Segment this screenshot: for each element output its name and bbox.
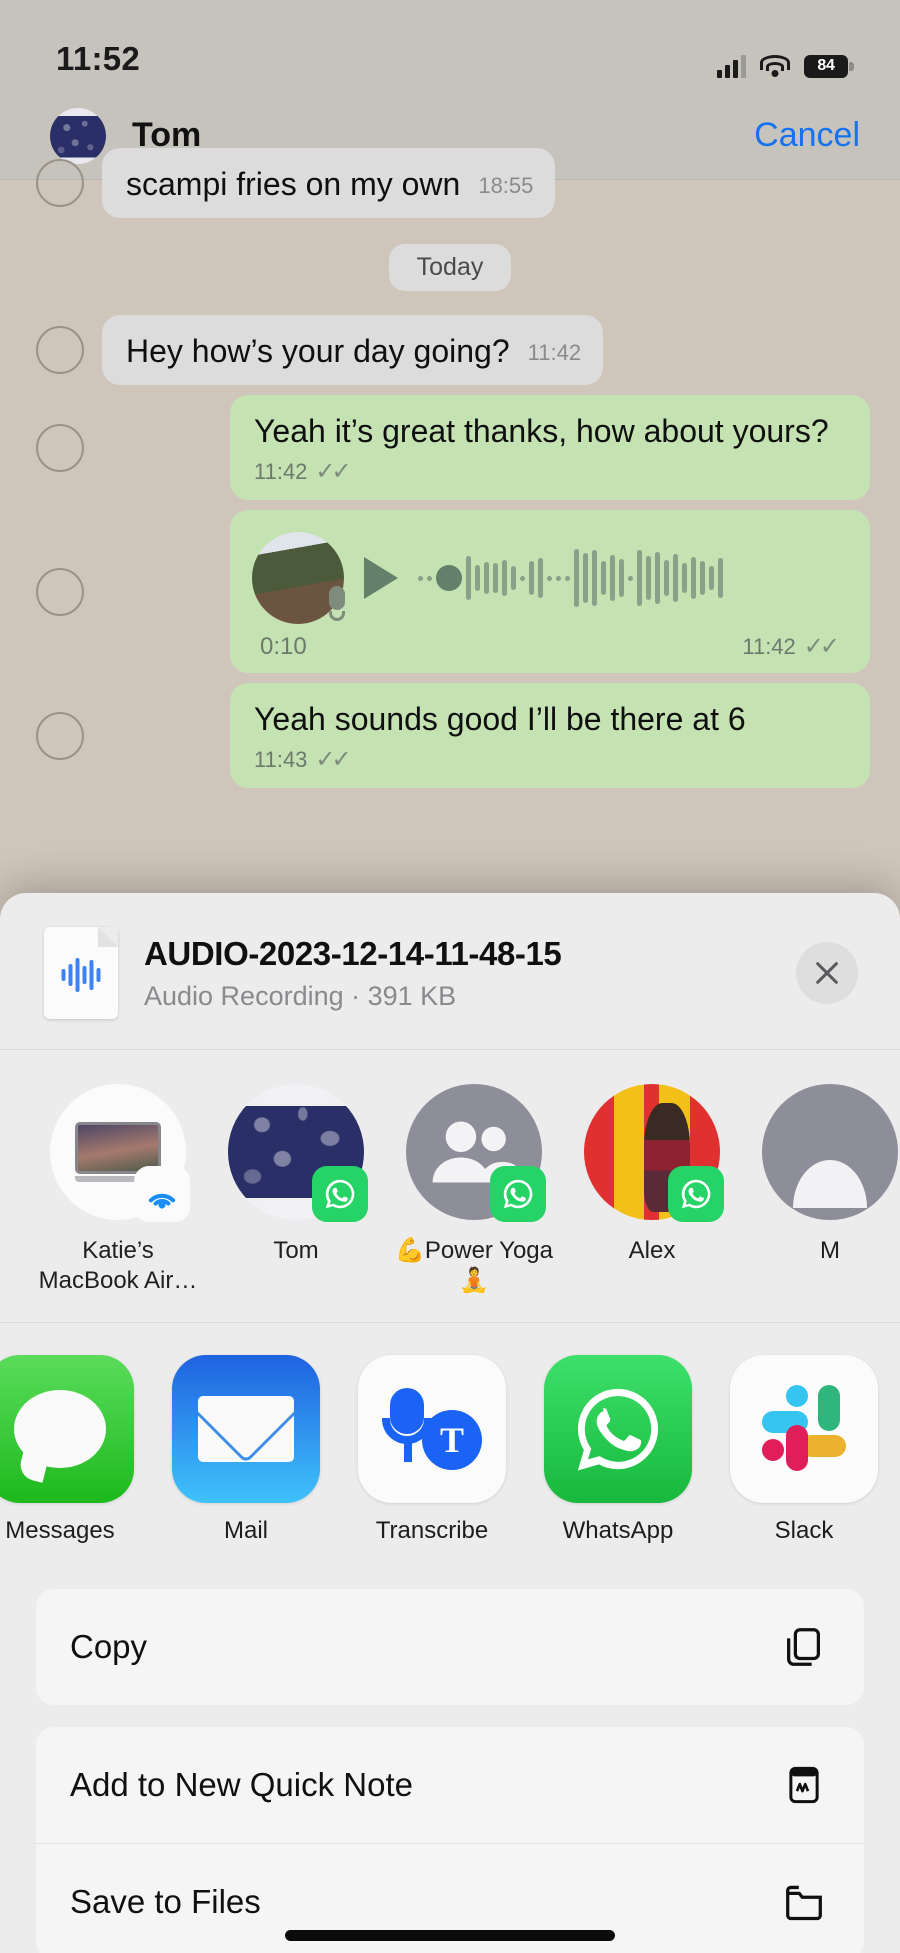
copy-icon (778, 1621, 830, 1673)
share-file-subtitle: Audio Recording · 391 KB (144, 980, 457, 1011)
voice-duration: 0:10 (260, 632, 307, 660)
message-bubble[interactable]: scampi fries on my own 18:55 (102, 148, 556, 218)
share-app-label: WhatsApp (562, 1517, 674, 1544)
action-label: Add to New Quick Note (70, 1766, 413, 1803)
share-target-label: Katie’s MacBook Air… (38, 1237, 198, 1294)
quick-note-icon (778, 1759, 830, 1811)
day-separator: Today (0, 244, 900, 291)
share-app-label: Slack (774, 1517, 834, 1544)
action-group-copy: Copy (36, 1589, 864, 1705)
voice-message-row[interactable]: 0:10 11:42 ✓✓ (0, 510, 900, 673)
message-row[interactable]: Yeah sounds good I’ll be there at 6 11:4… (0, 683, 900, 788)
whatsapp-badge-icon (490, 1166, 546, 1222)
share-app-messages[interactable]: Messages (0, 1355, 146, 1545)
message-text: Yeah sounds good I’ll be there at 6 (254, 701, 746, 737)
home-indicator (285, 1930, 615, 1941)
read-receipt-icon: ✓✓ (315, 746, 351, 773)
status-bar: 11:52 84 (0, 0, 900, 92)
whatsapp-badge-icon (668, 1166, 724, 1222)
action-group-more: Add to New Quick Note Save to Files (36, 1727, 864, 1953)
action-label: Copy (70, 1628, 148, 1665)
share-file-name: AUDIO-2023-12-14-11-48-15 (144, 934, 562, 972)
message-select-circle[interactable] (36, 423, 84, 472)
message-row[interactable]: Yeah it’s great thanks, how about yours?… (0, 395, 900, 500)
message-text: Hey how’s your day going? (126, 333, 510, 369)
play-button[interactable] (364, 557, 398, 599)
share-file-header: AUDIO-2023-12-14-11-48-15 Audio Recordin… (0, 893, 900, 1049)
action-copy[interactable]: Copy (36, 1589, 864, 1705)
message-time: 11:42 (742, 633, 796, 659)
share-app-whatsapp[interactable]: WhatsApp (532, 1355, 704, 1545)
share-target-airdrop[interactable]: Katie’s MacBook Air… (34, 1084, 202, 1296)
slack-app-icon (730, 1355, 878, 1503)
action-quick-note[interactable]: Add to New Quick Note (36, 1727, 864, 1843)
message-select-circle[interactable] (36, 159, 84, 207)
whatsapp-app-icon (544, 1355, 692, 1503)
mail-app-icon (172, 1355, 320, 1503)
share-target-tom[interactable]: Tom (212, 1084, 380, 1296)
contacts-row[interactable]: Katie’s MacBook Air… Tom 💪Power Yoga🧘 Al… (0, 1050, 900, 1322)
message-time: 11:43 (254, 746, 308, 772)
message-bubble[interactable]: Hey how’s your day going? 11:42 (102, 315, 604, 385)
battery-level: 84 (817, 57, 835, 74)
voice-message-bubble[interactable]: 0:10 11:42 ✓✓ (230, 510, 870, 673)
read-receipt-icon: ✓✓ (315, 458, 351, 485)
message-select-circle[interactable] (36, 711, 84, 760)
message-select-circle[interactable] (36, 326, 84, 374)
status-bar-time: 11:52 (56, 40, 141, 77)
share-target-label: M (820, 1237, 840, 1264)
wifi-icon (760, 54, 790, 78)
action-label: Save to Files (70, 1883, 261, 1920)
message-row[interactable]: scampi fries on my own 18:55 (0, 148, 900, 218)
share-sheet: AUDIO-2023-12-14-11-48-15 Audio Recordin… (0, 893, 900, 1953)
apps-row[interactable]: Messages Mail T Transcribe WhatsApp Slac… (0, 1323, 900, 1567)
folder-icon (778, 1876, 830, 1928)
share-app-label: Mail (223, 1517, 268, 1544)
share-app-label: Messages (5, 1517, 115, 1544)
cellular-bars-icon (717, 54, 746, 78)
battery-icon: 84 (804, 54, 854, 78)
status-bar-indicators: 84 (717, 54, 854, 78)
share-target-label: Alex (628, 1237, 676, 1264)
airdrop-badge-icon (134, 1166, 190, 1222)
transcribe-app-icon: T (358, 1355, 506, 1503)
message-time: 11:42 (254, 458, 308, 484)
message-time: 18:55 (478, 173, 534, 198)
share-app-mail[interactable]: Mail (160, 1355, 332, 1545)
share-target-label: 💪Power Yoga🧘 (395, 1237, 553, 1294)
share-app-transcribe[interactable]: T Transcribe (346, 1355, 518, 1545)
share-target-label: Tom (273, 1237, 319, 1264)
message-bubble[interactable]: Yeah sounds good I’ll be there at 6 11:4… (230, 683, 870, 788)
microphone-icon (324, 586, 350, 626)
audio-waveform[interactable] (418, 539, 844, 617)
voice-sender-avatar (252, 532, 345, 624)
message-bubble[interactable]: Yeah it’s great thanks, how about yours?… (230, 395, 870, 500)
close-button[interactable] (796, 942, 858, 1004)
iphone-screen: 11:52 84 Tom Cancel scampi fries on my o… (0, 0, 900, 1953)
whatsapp-badge-icon (312, 1166, 368, 1222)
audio-file-icon (44, 927, 118, 1019)
message-text: scampi fries on my own (126, 166, 461, 202)
messages-app-icon (0, 1355, 134, 1503)
share-app-label: Transcribe (375, 1517, 489, 1544)
share-target-group[interactable]: 💪Power Yoga🧘 (390, 1084, 558, 1296)
share-target-alex[interactable]: Alex (568, 1084, 736, 1296)
read-receipt-icon: ✓✓ (803, 633, 840, 660)
message-row[interactable]: Hey how’s your day going? 11:42 (0, 315, 900, 385)
share-target-partial[interactable]: M (746, 1084, 900, 1296)
message-time: 11:42 (527, 340, 582, 365)
actions-list: Copy Add to New Quick Note Save to Files (0, 1567, 900, 1953)
share-app-slack[interactable]: Slack (718, 1355, 890, 1545)
message-text: Yeah it’s great thanks, how about yours? (254, 413, 829, 449)
message-select-circle[interactable] (36, 567, 84, 616)
message-list: scampi fries on my own 18:55 Today Hey ho… (0, 148, 900, 788)
day-separator-label: Today (388, 244, 512, 291)
close-icon (816, 962, 838, 984)
contact-avatar-partial (762, 1084, 898, 1220)
